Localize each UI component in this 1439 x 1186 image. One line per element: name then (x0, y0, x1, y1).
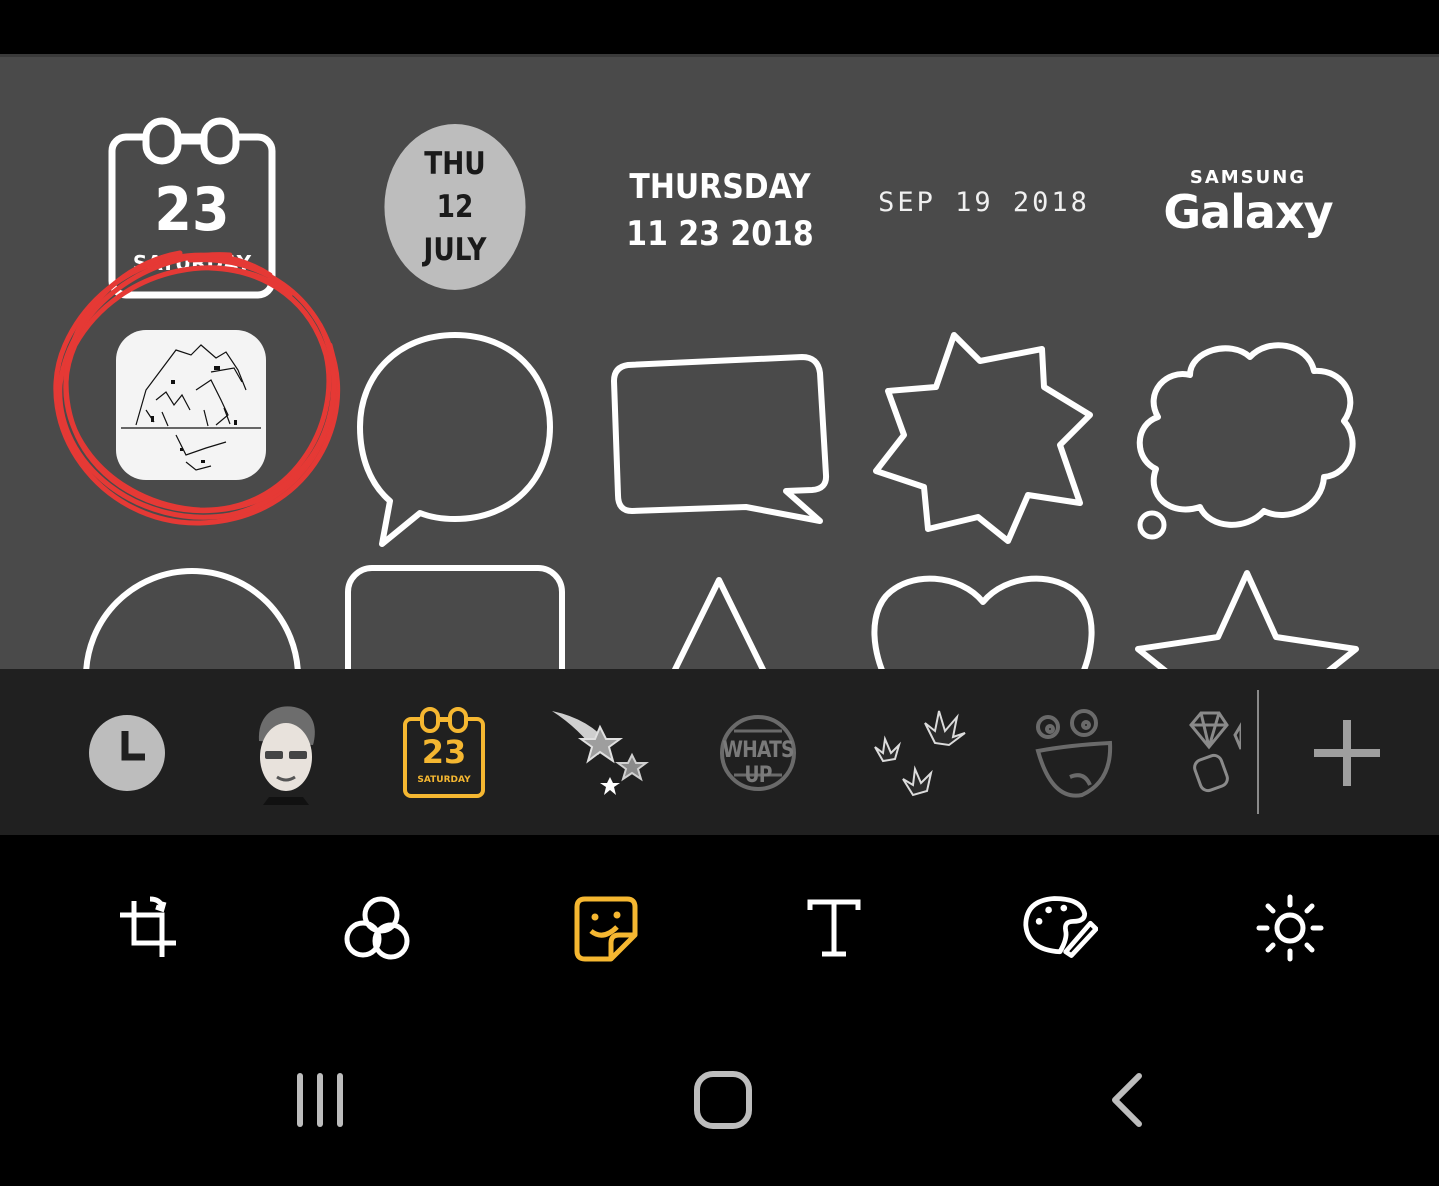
add-sticker-button[interactable] (1305, 698, 1389, 808)
text-icon (807, 899, 861, 957)
status-area (0, 0, 1439, 56)
category-gems[interactable] (1185, 698, 1241, 808)
sticker-icon (574, 896, 638, 962)
category-calendar-weekday: SATURDAY (417, 775, 471, 785)
plus-icon (1314, 720, 1380, 786)
avatar-icon (258, 706, 315, 805)
face-doodle-icon (1035, 709, 1113, 798)
text-button[interactable] (796, 890, 872, 966)
adjust-button[interactable] (1252, 890, 1328, 966)
mono-date-sticker[interactable]: SEP 19 2018 (860, 187, 1108, 218)
flowers-icon (874, 710, 966, 797)
draw-button[interactable] (1022, 890, 1098, 966)
circle-date-day: 12 (436, 188, 474, 225)
red-circle-annotation (53, 250, 341, 526)
editor-toolbar (0, 835, 1439, 1020)
category-flowers[interactable] (865, 698, 969, 808)
clock-icon (89, 715, 165, 791)
circle-date-sticker[interactable]: THU 12 JULY (384, 124, 526, 290)
bold-date-date: 11 23 2018 (626, 214, 814, 254)
category-stars[interactable] (550, 698, 654, 808)
circle-shape-sticker[interactable] (80, 562, 304, 669)
sticker-panel: 23 SATURDAY THU 12 JULY THURSDAY 11 23 2… (0, 57, 1439, 669)
filters-button[interactable] (338, 890, 414, 966)
filters-icon (344, 896, 410, 960)
round-speech-bubble-sticker[interactable] (352, 329, 558, 551)
category-whats-up[interactable]: WHATS UP (708, 698, 808, 808)
gems-icon (1189, 711, 1241, 793)
star-shape-sticker[interactable] (1132, 567, 1362, 669)
whats-up-label: WHATS UP (722, 738, 794, 788)
category-clock[interactable] (85, 698, 169, 808)
transform-button[interactable] (110, 890, 186, 966)
recent-apps-icon (297, 1073, 343, 1127)
category-avatar[interactable] (245, 698, 327, 808)
triangle-sticker[interactable] (660, 572, 778, 669)
category-calendar[interactable]: 23 SATURDAY (400, 698, 488, 808)
crop-rotate-icon (120, 896, 176, 957)
bold-date-sticker[interactable]: THURSDAY 11 23 2018 (623, 164, 817, 258)
back-button[interactable] (1082, 1060, 1172, 1140)
home-button[interactable] (678, 1060, 768, 1140)
back-icon (1112, 1073, 1142, 1127)
shooting-stars-icon (552, 711, 649, 795)
category-faces[interactable] (1030, 698, 1116, 808)
heart-sticker[interactable] (870, 572, 1096, 669)
rounded-square-sticker[interactable] (342, 562, 568, 669)
circle-date-month: JULY (423, 231, 487, 268)
home-icon (694, 1071, 752, 1129)
burst-sticker[interactable] (868, 327, 1100, 551)
brightness-icon (1256, 894, 1324, 962)
category-calendar-day: 23 (421, 733, 467, 771)
circle-date-weekday: THU (424, 145, 486, 182)
thought-cloud-sticker[interactable] (1130, 335, 1366, 545)
rect-speech-bubble-sticker[interactable] (606, 349, 834, 529)
recent-apps-button[interactable] (277, 1060, 367, 1140)
category-divider (1257, 690, 1259, 814)
bold-date-weekday: THURSDAY (629, 167, 811, 207)
galaxy-brand-text[interactable]: Galaxy (1150, 185, 1346, 239)
stickers-button[interactable] (568, 890, 644, 966)
palette-brush-icon (1023, 896, 1098, 958)
